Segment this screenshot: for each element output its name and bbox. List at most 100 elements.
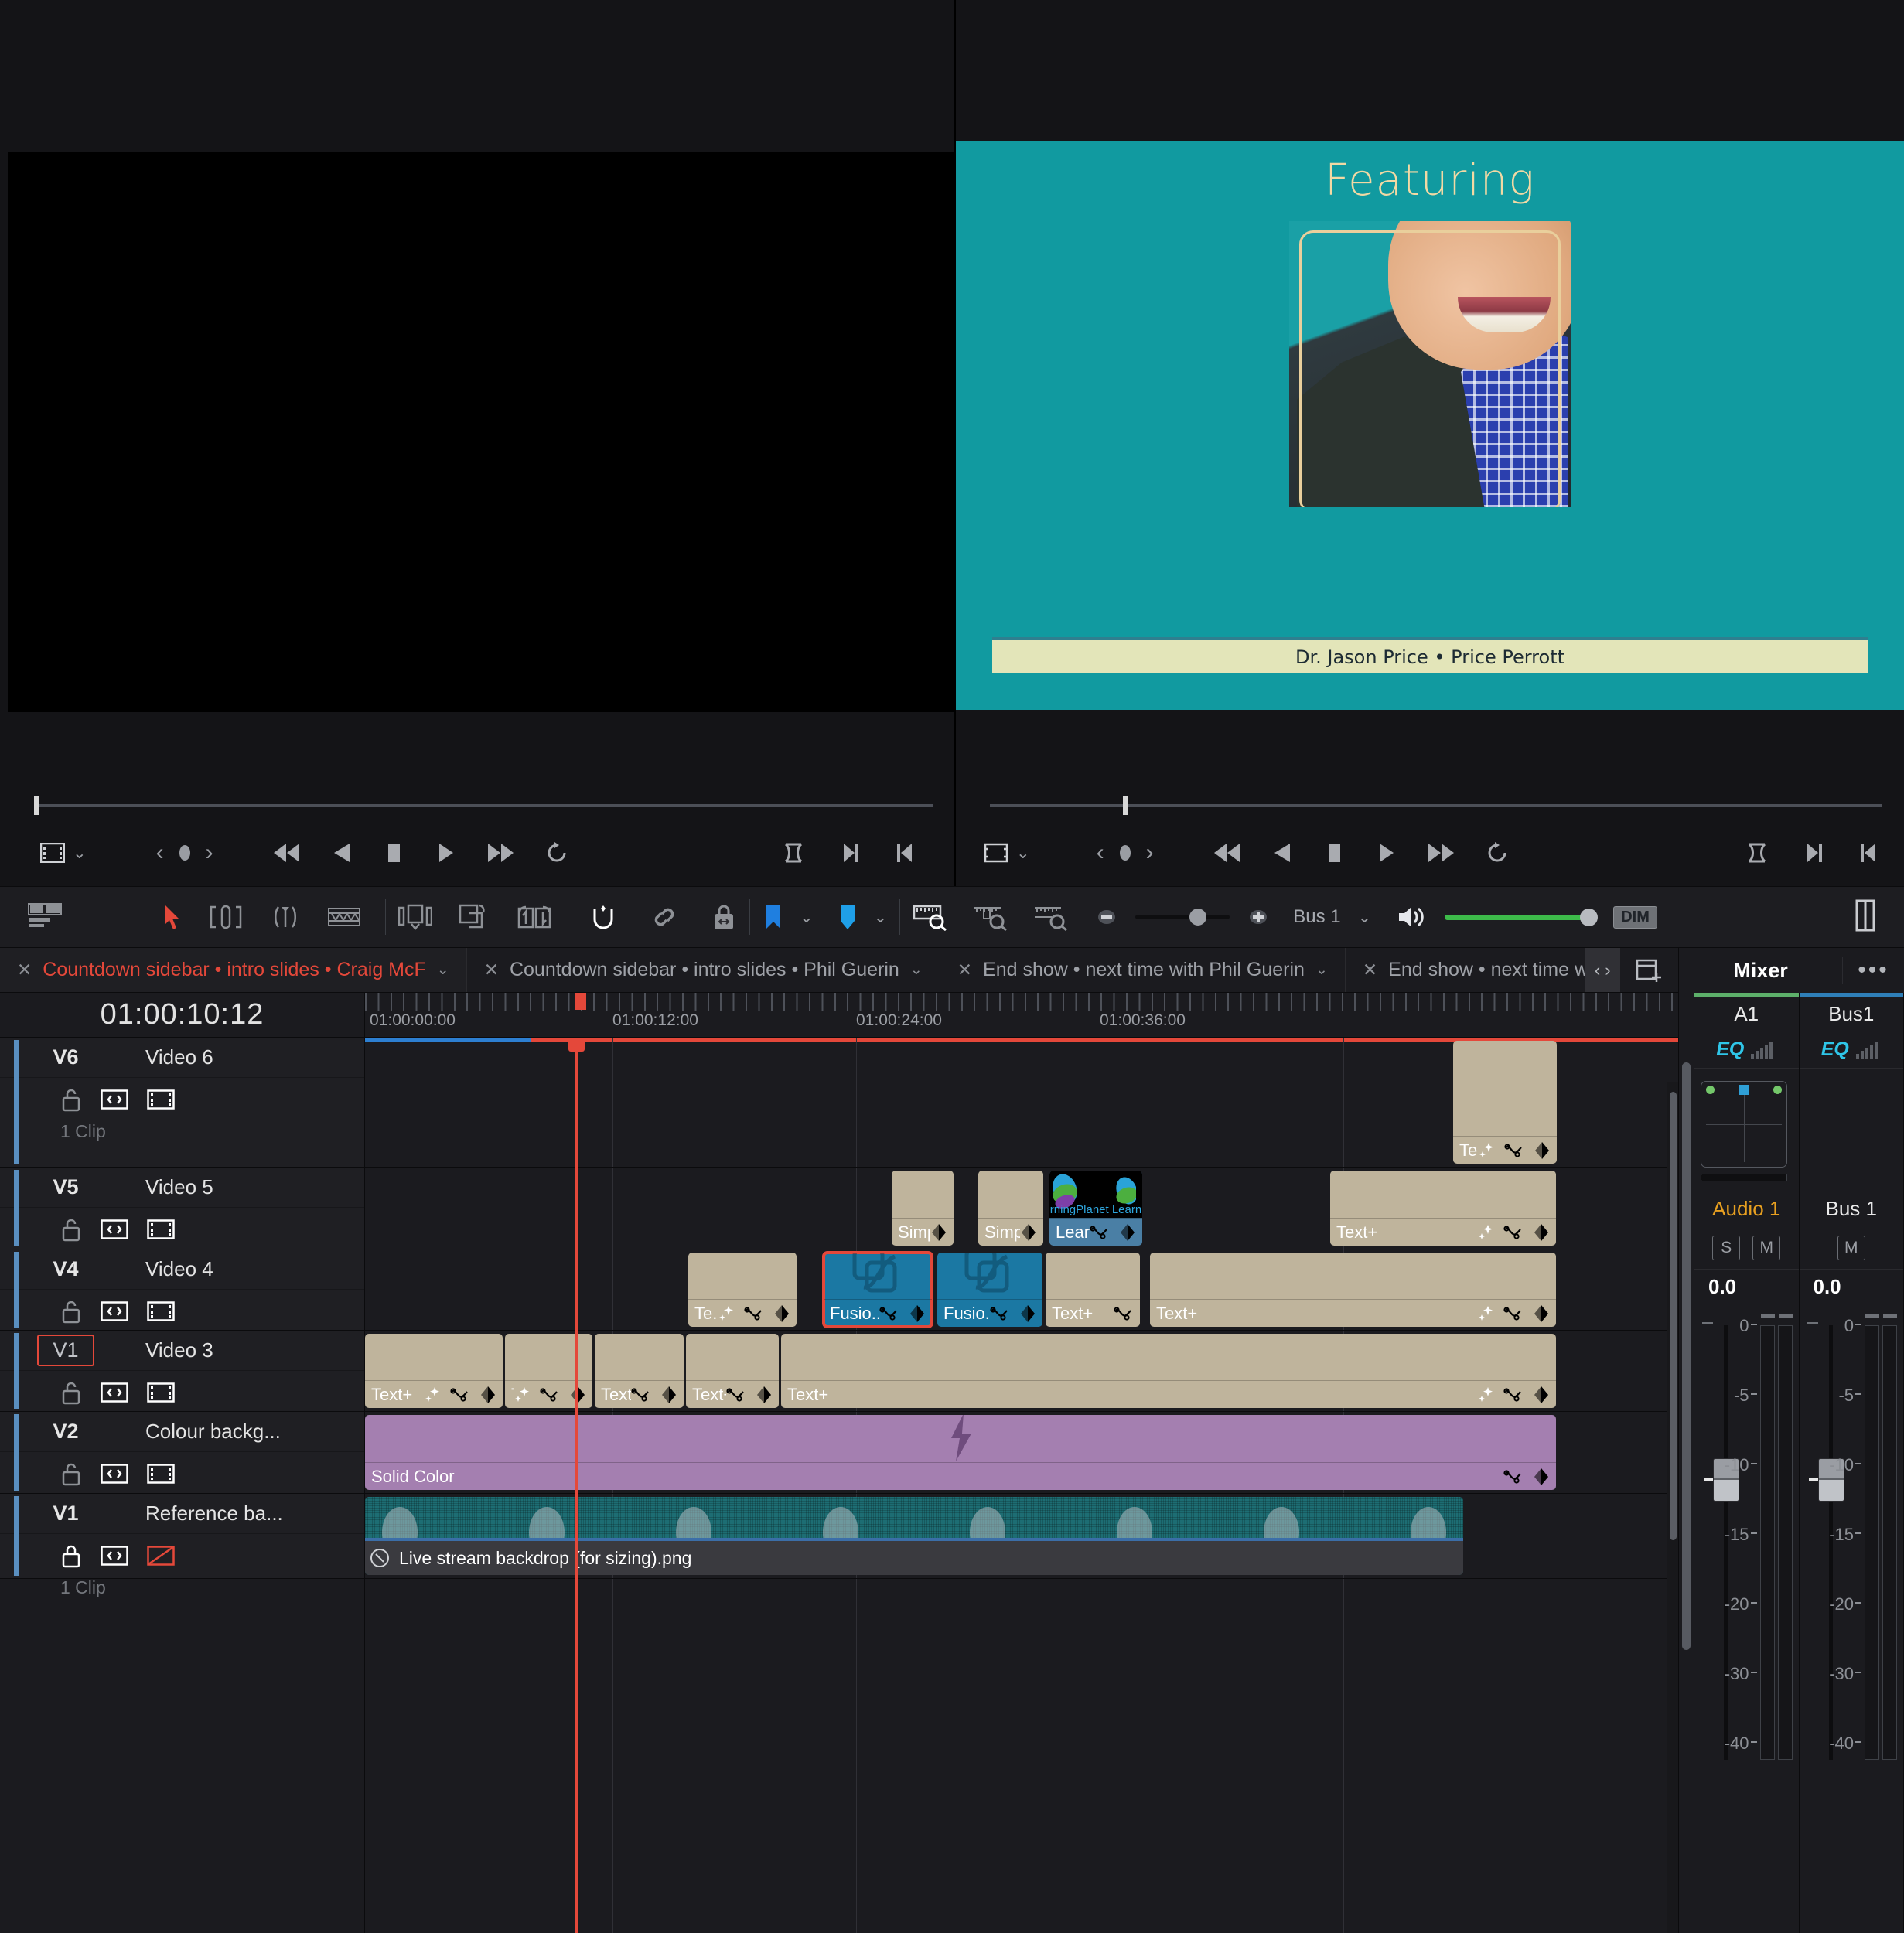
chevron-down-icon[interactable]: ⌄ [1315, 961, 1328, 979]
timeline-clip[interactable]: Te... [688, 1253, 797, 1327]
mute-button[interactable]: M [1752, 1235, 1781, 1260]
timeline-clip[interactable]: Fusio... [822, 1251, 933, 1328]
timeline-clip[interactable]: Text+ [781, 1334, 1556, 1408]
jump-to-start-icon[interactable] [273, 841, 302, 864]
timeline-clip[interactable]: Text+ [365, 1334, 503, 1408]
snapping-icon[interactable] [589, 902, 618, 932]
timeline-scrub-handle[interactable] [1123, 796, 1128, 815]
track-enabled-icon[interactable] [147, 1301, 175, 1321]
timeline-clip[interactable]: Text+ [505, 1334, 592, 1408]
loop-icon[interactable] [1485, 840, 1510, 865]
track-number[interactable]: V1 [0, 1502, 131, 1526]
chevron-down-icon[interactable]: ⌄ [874, 908, 888, 927]
mark-in-icon[interactable] [1859, 841, 1878, 864]
audio-meters-button[interactable] [1855, 899, 1876, 936]
chevron-down-icon[interactable]: ⌄ [800, 908, 814, 927]
zoom-in-button[interactable] [1247, 905, 1270, 929]
source-scrub-handle[interactable] [34, 796, 39, 815]
chevron-down-icon[interactable]: ⌄ [437, 961, 449, 979]
track-name[interactable]: Colour backg... [131, 1420, 281, 1444]
close-icon[interactable]: ✕ [957, 960, 972, 980]
track-row-v5[interactable]: Simp. Simp... [365, 1168, 1678, 1249]
fit-screen-icon[interactable] [1745, 842, 1769, 864]
track-header-v2[interactable]: V2 Colour backg... 1 Clip [0, 1412, 364, 1515]
step-back-icon[interactable] [1273, 841, 1293, 864]
timeline-clip[interactable]: Te... [1453, 1041, 1557, 1164]
mark-out-icon[interactable] [1805, 841, 1824, 864]
marker-icon[interactable] [176, 843, 193, 863]
auto-select-icon[interactable] [101, 1301, 128, 1321]
playhead-handle[interactable] [568, 1038, 585, 1052]
next-marker-icon[interactable]: › [1146, 840, 1154, 866]
pan-center-handle[interactable] [1739, 1085, 1749, 1095]
timeline-clip[interactable]: Simp... [978, 1171, 1043, 1246]
timeline-tab-2[interactable]: ✕ End show • next time with Phil Guerin … [940, 948, 1346, 992]
strip-gain-value[interactable]: 0.0 [1694, 1270, 1799, 1304]
unlocked-icon[interactable] [60, 1299, 82, 1324]
playhead-ruler-marker[interactable] [575, 993, 586, 1010]
mute-button[interactable]: M [1837, 1235, 1865, 1260]
more-options-icon[interactable]: ••• [1842, 957, 1904, 984]
track-row-v1[interactable]: Live stream backdrop (for sizing).png [365, 1494, 1678, 1579]
scrollbar-thumb[interactable] [1682, 1062, 1691, 1650]
flag-dropdown[interactable]: ⌄ [763, 903, 814, 931]
timeline-clip[interactable]: Text+ [1330, 1171, 1556, 1246]
pan-left-dot[interactable] [1706, 1086, 1715, 1094]
unlocked-icon[interactable] [60, 1461, 82, 1486]
mixer-scrollbar[interactable] [1679, 993, 1694, 1933]
insert-clip-icon[interactable] [398, 904, 432, 930]
mark-out-icon[interactable] [841, 841, 860, 864]
locked-icon[interactable] [60, 1543, 82, 1568]
zoom-full-icon[interactable] [913, 903, 948, 931]
zoom-slider-knob[interactable] [1189, 909, 1207, 926]
track-row-v4[interactable]: Te... [365, 1249, 1678, 1331]
track-enabled-icon[interactable] [147, 1464, 175, 1484]
next-marker-icon[interactable]: › [206, 840, 213, 866]
auto-select-icon[interactable] [101, 1382, 128, 1403]
strip-track-name[interactable]: Audio 1 [1694, 1192, 1799, 1226]
tab-scroll-prev[interactable]: ‹ [1595, 960, 1600, 980]
tab-scroll-next[interactable]: › [1605, 960, 1610, 980]
chevron-down-icon[interactable]: ⌄ [1358, 908, 1372, 927]
timeline-clip[interactable]: Fusio... [937, 1253, 1042, 1327]
track-name[interactable]: Video 3 [131, 1338, 213, 1362]
pan-control[interactable] [1694, 1069, 1799, 1192]
timeline-tab-3[interactable]: ✕ End show • next time w [1346, 948, 1585, 992]
track-row-v2[interactable]: Solid Color [365, 1412, 1678, 1494]
replace-clip-icon[interactable] [517, 904, 551, 930]
source-layout-button[interactable]: ⌄ [40, 843, 87, 863]
zoom-slider[interactable] [1135, 909, 1230, 926]
track-header-v3[interactable]: V1 Video 3 5 Clips [0, 1331, 364, 1434]
bus-selector[interactable]: Bus 1 ⌄ [1293, 906, 1371, 928]
track-header-v5[interactable]: V5 Video 5 4 Clips [0, 1168, 364, 1271]
track-name[interactable]: Video 6 [131, 1045, 213, 1069]
flag-icon[interactable] [763, 903, 784, 931]
timeline-view-options-button[interactable] [28, 902, 62, 932]
track-header-v1[interactable]: V1 Reference ba... 1 Clip [0, 1494, 364, 1597]
tab-scroll-arrows[interactable]: ‹ › [1585, 948, 1620, 992]
solo-button[interactable]: S [1712, 1235, 1741, 1260]
track-disabled-icon[interactable] [147, 1546, 175, 1566]
unlocked-icon[interactable] [60, 1380, 82, 1405]
marker-color-dropdown[interactable]: ⌄ [837, 903, 888, 931]
timeline-viewer-scrubber[interactable] [956, 792, 1904, 820]
jump-to-end-icon[interactable] [486, 841, 514, 864]
jump-to-start-icon[interactable] [1213, 841, 1242, 864]
position-lock-icon[interactable] [711, 903, 737, 931]
track-row-v3[interactable]: Text+ Text+ [365, 1331, 1678, 1412]
timeline-layout-button[interactable]: ⌄ [984, 842, 1030, 864]
speaker-icon[interactable] [1397, 904, 1425, 930]
auto-select-icon[interactable] [101, 1464, 128, 1484]
timeline-clip[interactable]: Text+ [595, 1334, 684, 1408]
auto-select-icon[interactable] [101, 1546, 128, 1566]
timeline-clip[interactable]: Solid Color [365, 1415, 1556, 1490]
timeline-clip[interactable]: Text+ [1150, 1253, 1556, 1327]
zoom-out-button[interactable] [1095, 905, 1118, 929]
playhead-timecode[interactable]: 01:00:10:12 [0, 993, 365, 1037]
timeline-clip[interactable]: Live stream backdrop (for sizing).png [365, 1497, 1463, 1575]
marker-icon[interactable] [1117, 843, 1134, 863]
track-name[interactable]: Reference ba... [131, 1502, 283, 1526]
source-scrub-track[interactable] [34, 804, 933, 807]
step-back-icon[interactable] [333, 841, 353, 864]
volume-slider[interactable] [1445, 908, 1599, 926]
